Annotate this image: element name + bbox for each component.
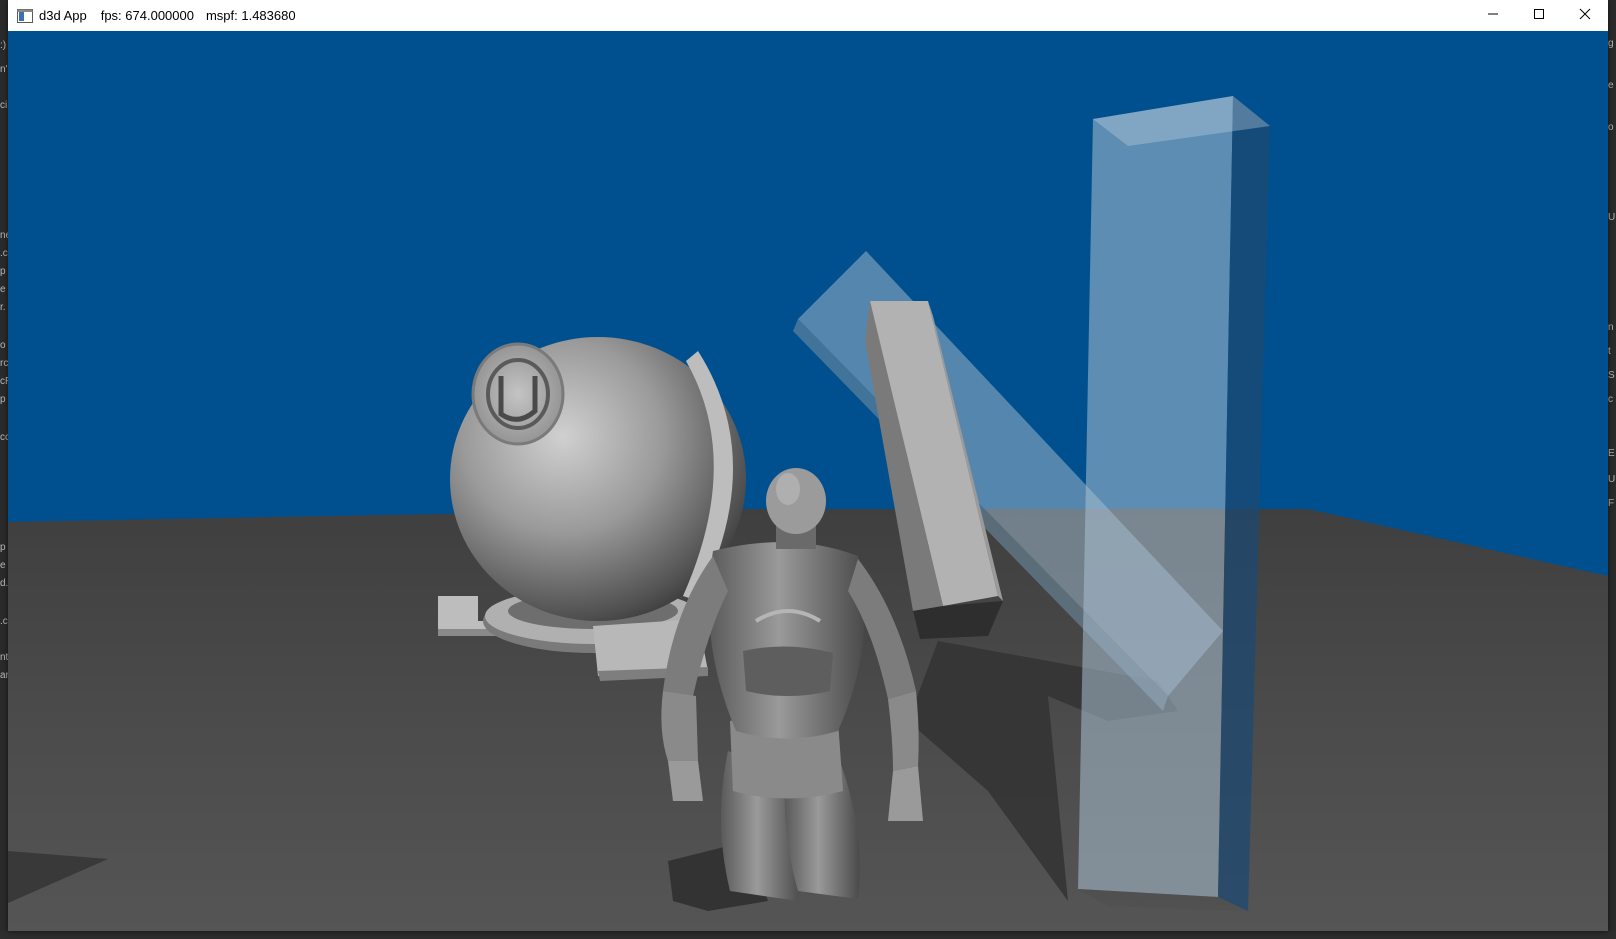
scene-render	[8, 31, 1608, 931]
fps-readout: fps: 674.000000	[100, 8, 194, 23]
window-title: d3d App	[39, 8, 87, 23]
window-controls	[1470, 0, 1608, 31]
minimize-icon	[1487, 7, 1499, 25]
maximize-button[interactable]	[1516, 0, 1562, 31]
background-window-left-edge: :) n' ci ne .c p e r. o rc cR p cc p e d…	[0, 0, 8, 939]
background-taskbar-edge	[0, 931, 1616, 939]
maximize-icon	[1533, 7, 1545, 25]
tall-transparent-pillar	[1078, 96, 1270, 911]
minimize-button[interactable]	[1470, 0, 1516, 31]
render-viewport[interactable]	[8, 31, 1608, 931]
title-bar[interactable]: d3d App fps: 674.000000 mspf: 1.483680	[8, 0, 1608, 31]
close-button[interactable]	[1562, 0, 1608, 31]
app-icon	[17, 8, 33, 23]
mspf-readout: mspf: 1.483680	[205, 8, 296, 23]
d3d-app-window[interactable]: d3d App fps: 674.000000 mspf: 1.483680	[8, 0, 1608, 931]
background-window-right-edge: g e o U n t S c E U F	[1608, 0, 1616, 939]
close-icon	[1579, 7, 1591, 25]
